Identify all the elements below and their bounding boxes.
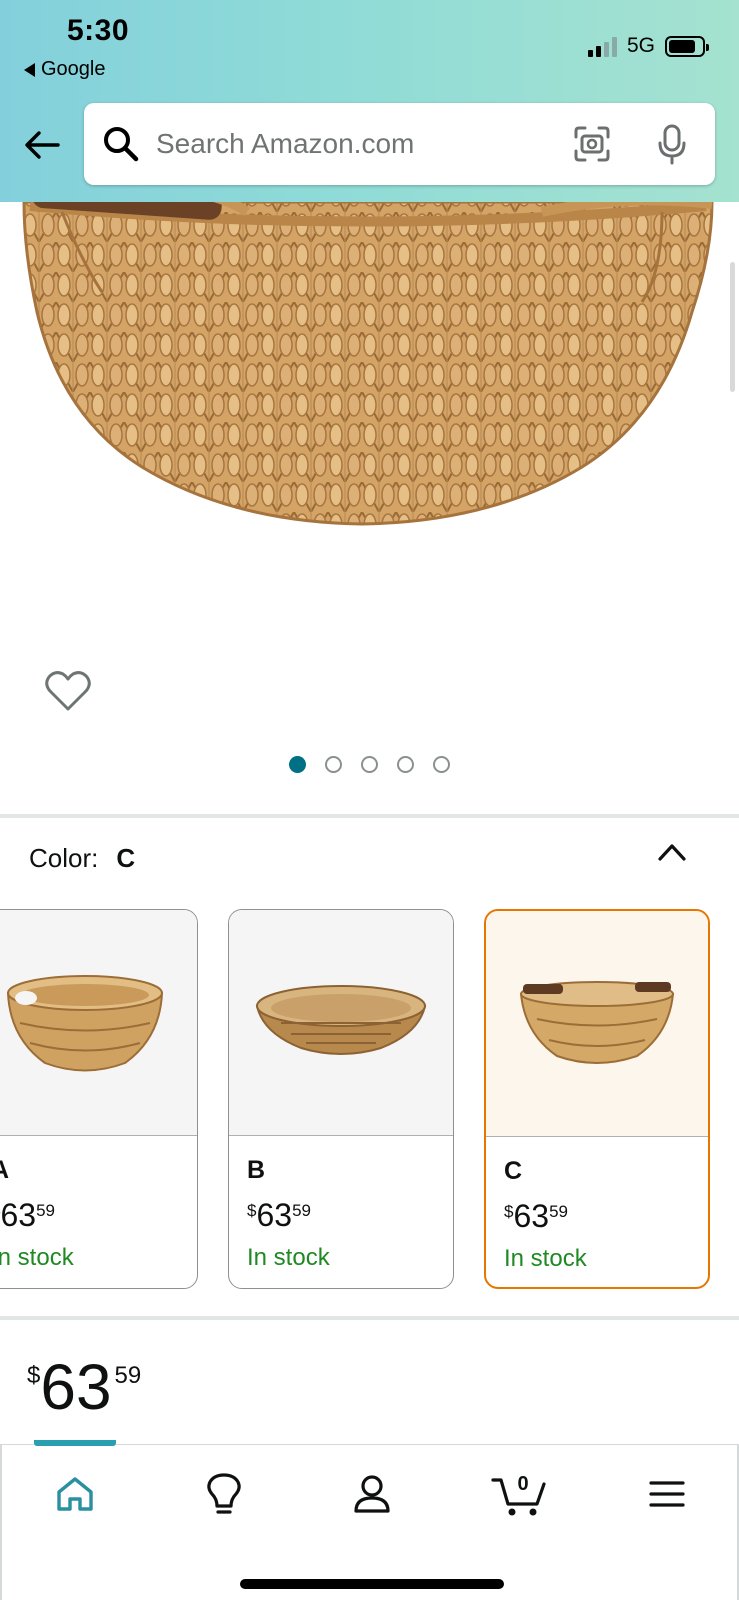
swatch-price: $ 63 59 — [504, 1198, 568, 1234]
nav-menu[interactable] — [642, 1469, 692, 1519]
section-divider — [0, 1316, 739, 1320]
back-arrow-icon[interactable] — [22, 125, 62, 165]
product-image-gallery[interactable] — [0, 202, 739, 814]
bottom-navigation-bar: 0 — [0, 1440, 739, 1600]
swatch-stock-status: In stock — [0, 1244, 74, 1271]
chevron-up-icon[interactable] — [657, 840, 687, 864]
home-icon — [57, 1477, 93, 1511]
swatch-thumbnail — [486, 911, 708, 1137]
color-swatch-a[interactable]: A $ 63 59 In stock — [0, 909, 198, 1289]
nav-account[interactable] — [347, 1469, 397, 1519]
swatch-stock-status: In stock — [247, 1244, 330, 1271]
color-label: Color: — [29, 843, 99, 873]
back-to-app-link[interactable]: Google — [24, 58, 106, 81]
swatch-price: $ 63 59 — [0, 1197, 55, 1233]
basket-b-image — [255, 984, 427, 1055]
search-bar[interactable]: Search Amazon.com — [84, 103, 715, 185]
swatch-thumbnail — [229, 910, 453, 1136]
price-currency: $ — [27, 1362, 41, 1389]
pagination-dot[interactable] — [325, 756, 342, 773]
lightbulb-icon — [207, 1473, 241, 1514]
pagination-dot[interactable] — [397, 756, 414, 773]
section-divider — [0, 814, 739, 818]
microphone-icon[interactable] — [655, 123, 689, 165]
swatch-name: C — [504, 1157, 523, 1185]
color-swatch-carousel[interactable]: A $ 63 59 In stock B $ 63 59 — [0, 909, 739, 1289]
color-swatch-c[interactable]: C $ 63 59 In stock — [484, 909, 710, 1289]
price-whole: 63 — [40, 1351, 112, 1423]
basket-c-image — [519, 980, 675, 1064]
status-time: 5:30 — [67, 14, 130, 47]
network-label: 5G — [626, 34, 655, 57]
battery-icon — [665, 35, 709, 57]
cart-icon: 0 — [491, 1473, 546, 1516]
swatch-thumbnail — [0, 910, 197, 1136]
color-swatch-b[interactable]: B $ 63 59 In stock — [228, 909, 454, 1289]
scroll-indicator — [730, 262, 735, 392]
status-indicators: 5G — [587, 34, 709, 58]
pagination-dot[interactable] — [433, 756, 450, 773]
swatch-price: $ 63 59 — [247, 1197, 311, 1233]
swatch-stock-status: In stock — [504, 1245, 587, 1272]
camera-search-icon[interactable] — [573, 125, 611, 163]
image-pagination-dots[interactable] — [289, 756, 450, 773]
nav-cart[interactable]: 0 — [490, 1469, 550, 1519]
product-image-basket — [22, 202, 714, 526]
product-price: $ 63 59 — [27, 1352, 141, 1422]
basket-a-image — [6, 974, 164, 1071]
home-indicator — [240, 1579, 504, 1589]
pagination-dot[interactable] — [361, 756, 378, 773]
price-fraction: 59 — [114, 1362, 142, 1389]
cart-count: 0 — [517, 1473, 528, 1495]
color-selected-value: C — [116, 843, 136, 873]
swatch-name: B — [247, 1156, 266, 1184]
wishlist-heart-icon[interactable] — [45, 669, 91, 713]
search-input[interactable]: Search Amazon.com — [156, 128, 573, 160]
pagination-dot[interactable] — [289, 756, 306, 773]
menu-icon — [649, 1481, 685, 1507]
account-icon — [354, 1475, 390, 1513]
search-icon — [104, 127, 139, 162]
signal-icon — [587, 35, 617, 57]
nav-inspire[interactable] — [199, 1469, 249, 1519]
app-header: 5:30 Google 5G Search Amazon.com — [0, 0, 739, 202]
nav-active-indicator — [34, 1440, 116, 1446]
back-app-label: Google — [41, 58, 106, 80]
swatch-name: A — [0, 1156, 197, 1185]
nav-home[interactable] — [50, 1469, 100, 1519]
back-triangle-icon — [24, 62, 35, 77]
color-label-row: Color: C — [29, 843, 135, 874]
